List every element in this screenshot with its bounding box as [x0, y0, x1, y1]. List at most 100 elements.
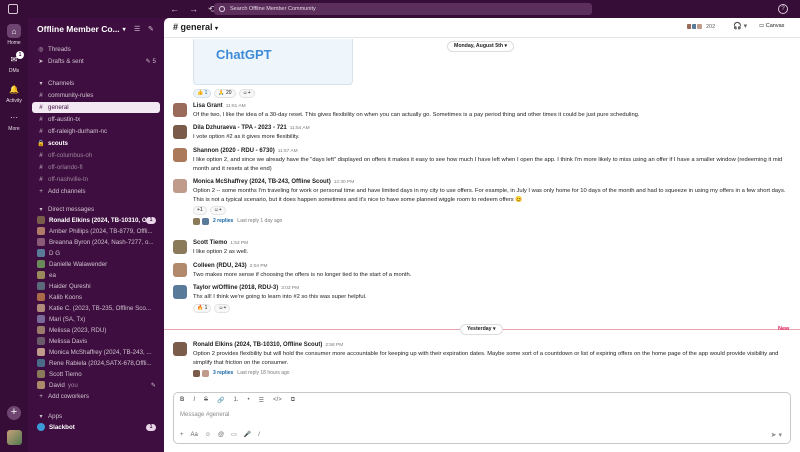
sidebar-item-off-raleigh-durham-nc[interactable]: # off-raleigh-durham-nc — [28, 126, 164, 137]
message-time[interactable]: 11:51 AM — [226, 104, 246, 109]
yesterday-divider[interactable]: Yesterday ▾ — [460, 324, 503, 335]
sidebar-item-off-orlando-fl[interactable]: # off-orlando-fl — [28, 162, 164, 173]
avatar[interactable] — [173, 179, 187, 193]
filter-icon[interactable]: ☰ — [134, 25, 140, 33]
message-author[interactable]: Monica McShaffrey (2024, TB-243, Offline… — [193, 179, 331, 185]
dm-item[interactable]: Rene Rabiela (2024,SATX-678,Offli... — [28, 358, 164, 369]
dm-item[interactable]: Monica McShaffrey (2024, TB-243, ... — [28, 347, 164, 358]
dm-section-header[interactable]: ▾ Direct messages — [28, 204, 164, 215]
message-author[interactable]: Dila Dzhuraeva - TPA - 2023 - 721 — [193, 125, 287, 131]
channels-section-header[interactable]: ▾ Channels — [28, 78, 164, 89]
avatar[interactable] — [173, 342, 187, 356]
microphone-icon[interactable]: 🎤 — [244, 431, 251, 438]
formatting-icon[interactable]: Aa — [191, 432, 198, 438]
sidebar-item-off-columbus-oh[interactable]: # off-columbus-oh — [28, 150, 164, 161]
message-time[interactable]: 12:30 PM — [334, 180, 355, 185]
message[interactable]: Shannon (2020 - RDU - 6730) 11:57 AM I li… — [173, 147, 793, 173]
sidebar-item-community-rules[interactable]: # community-rules — [28, 90, 164, 101]
add-coworkers-button[interactable]: + Add coworkers — [28, 391, 164, 402]
dm-item[interactable]: Melissa Davis — [28, 336, 164, 347]
avatar[interactable] — [173, 148, 187, 162]
sidebar-item-general[interactable]: # general — [32, 102, 160, 113]
date-divider[interactable]: Monday, August 5th ▾ — [447, 41, 515, 52]
code-icon[interactable]: </> — [273, 397, 282, 404]
message[interactable]: Monica McShaffrey (2024, TB-243, Offline… — [173, 178, 793, 225]
app-item-slackbot[interactable]: Slackbot 1 — [28, 422, 164, 433]
back-arrow-icon[interactable]: ← — [170, 3, 179, 15]
sidebar-item-drafts[interactable]: ➤ Drafts & sent ✎ 5 — [28, 56, 164, 67]
message-time[interactable]: 11:57 AM — [278, 149, 298, 154]
mention-icon[interactable]: @ — [218, 432, 224, 438]
avatar[interactable] — [173, 125, 187, 139]
add-channels-button[interactable]: + Add channels — [28, 186, 164, 197]
compose-icon[interactable]: ✎ — [148, 25, 154, 33]
sidebar-item-off-austin-tx[interactable]: # off-austin-tx — [28, 114, 164, 125]
avatar[interactable] — [173, 263, 187, 277]
replies-link[interactable]: 3 replies — [213, 369, 233, 377]
dm-item-self[interactable]: David you ✎ — [28, 380, 164, 391]
message[interactable]: Ronald Elkins (2024, TB-10310, Offline S… — [173, 341, 793, 377]
message-author[interactable]: Colleen (RDU, 243) — [193, 263, 247, 269]
message[interactable]: Colleen (RDU, 243) 2:04 PM Two makes more… — [173, 262, 793, 280]
message-input[interactable]: Message #general — [180, 412, 229, 418]
message-author[interactable]: Scott Tiemo — [193, 240, 227, 246]
add-reaction-icon[interactable]: ☺+ — [214, 303, 231, 313]
edit-status-icon[interactable]: ✎ — [151, 380, 156, 391]
rail-more[interactable]: ··· More — [0, 110, 28, 133]
thread-replies[interactable]: 2 replies Last reply 1 day ago — [193, 217, 793, 225]
dm-item[interactable]: ea — [28, 270, 164, 281]
sidebar-item-threads[interactable]: ◎ Threads — [28, 44, 164, 55]
strikethrough-button[interactable]: S — [204, 397, 208, 404]
avatar[interactable] — [173, 103, 187, 117]
rail-activity[interactable]: 🔔 Activity — [0, 82, 28, 105]
emoji-icon[interactable]: ☺ — [205, 432, 211, 438]
message-time[interactable]: 1:53 PM — [230, 241, 248, 246]
dm-item[interactable]: Scott Tiemo — [28, 369, 164, 380]
shortcuts-icon[interactable]: / — [258, 432, 260, 438]
italic-button[interactable]: I — [193, 397, 195, 404]
dm-item[interactable]: D G — [28, 248, 164, 259]
avatar[interactable] — [173, 285, 187, 299]
sidebar-item-off-nashville-tn[interactable]: # off-nashville-tn — [28, 174, 164, 185]
members-button[interactable]: 202 — [686, 23, 715, 30]
channel-title[interactable]: # general ▾ — [173, 22, 218, 32]
dm-item[interactable]: Kalib Koons — [28, 292, 164, 303]
numbered-list-icon[interactable]: 1. — [234, 397, 239, 404]
add-reaction-icon[interactable]: ☺+ — [238, 89, 255, 98]
workspace-header[interactable]: Offline Member Co... ▾ ☰ ✎ — [28, 18, 164, 40]
message-time[interactable]: 11:54 AM — [290, 126, 310, 131]
replies-link[interactable]: 2 replies — [213, 217, 233, 225]
dm-item[interactable]: Danielle Walawender — [28, 259, 164, 270]
thread-replies[interactable]: 3 replies Last reply 18 hours ago — [193, 369, 793, 377]
reaction-thumbs[interactable]: 👍 1 — [193, 89, 212, 98]
headphones-icon[interactable]: 🎧 ▾ — [733, 22, 747, 30]
video-icon[interactable]: ▭ — [231, 431, 237, 438]
sidebar-toggle-icon[interactable] — [8, 4, 18, 14]
dm-item[interactable]: Katie C. (2023, TB-235, Offline Sco... — [28, 303, 164, 314]
avatar[interactable] — [173, 240, 187, 254]
sidebar-item-scouts[interactable]: 🔒 scouts — [28, 138, 164, 149]
forward-arrow-icon[interactable]: → — [189, 3, 198, 15]
dm-item[interactable]: Breanna Byron (2024, Nash-7277, o... — [28, 237, 164, 248]
code-block-icon[interactable]: ⧉ — [291, 397, 295, 404]
message[interactable]: Dila Dzhuraeva - TPA - 2023 - 721 11:54 A… — [173, 124, 793, 142]
rail-dms[interactable]: ✉ 1 DMs — [0, 51, 28, 74]
dm-item[interactable]: Amber Phillips (2024, TB-8779, Offli... — [28, 226, 164, 237]
message-author[interactable]: Taylor w/Offline (2018, RDU-3) — [193, 285, 278, 291]
bold-button[interactable]: B — [180, 397, 184, 404]
reaction-plus-one[interactable]: +1 — [193, 205, 207, 215]
message-time[interactable]: 3:03 PM — [281, 286, 299, 291]
message-time[interactable]: 2:58 PM — [325, 343, 343, 348]
blockquote-icon[interactable]: ☰ — [259, 397, 264, 404]
help-icon[interactable]: ? — [778, 4, 788, 14]
dm-item[interactable]: Haider Qureshi — [28, 281, 164, 292]
dm-item[interactable]: Ronald Elkins (2024, TB-10310, Of... 1 — [28, 215, 164, 226]
plus-icon[interactable]: + — [180, 432, 184, 438]
rail-home[interactable]: ⌂ Home — [0, 24, 28, 46]
bulleted-list-icon[interactable]: • — [248, 397, 250, 404]
image-preview[interactable]: ChatGPT — [193, 39, 353, 85]
add-workspace-button[interactable]: + — [7, 406, 21, 420]
message-author[interactable]: Ronald Elkins (2024, TB-10310, Offline S… — [193, 342, 322, 348]
add-reaction-icon[interactable]: ☺+ — [209, 205, 226, 215]
send-button[interactable]: ➤ ▾ — [771, 431, 782, 439]
